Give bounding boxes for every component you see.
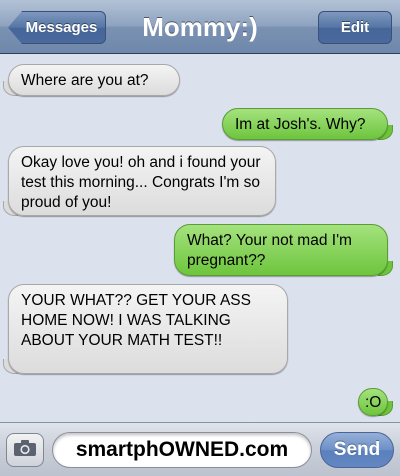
message-incoming: YOUR WHAT?? GET YOUR ASS HOME NOW! I WAS… [3, 284, 288, 374]
composer-bar: smartphOWNED.com Send [0, 422, 400, 476]
message-incoming: Where are you at? [3, 64, 180, 96]
message-incoming: Okay love you! oh and i found your test … [3, 146, 276, 216]
message-outgoing: What? Your not mad I'm pregnant?? [174, 224, 393, 276]
navigation-bar: Messages Mommy:) Edit [0, 0, 400, 54]
camera-icon [13, 439, 37, 462]
conversation-title: Mommy:) [142, 12, 258, 42]
message-input[interactable]: smartphOWNED.com [52, 432, 312, 468]
message-thread: Where are you at? Im at Josh's. Why? Oka… [0, 54, 400, 422]
message-outgoing: :O [358, 388, 393, 416]
send-button[interactable]: Send [320, 432, 394, 468]
camera-button[interactable] [6, 433, 44, 467]
back-button[interactable]: Messages [8, 11, 106, 44]
edit-button[interactable]: Edit [318, 11, 392, 44]
message-outgoing: Im at Josh's. Why? [222, 108, 393, 140]
